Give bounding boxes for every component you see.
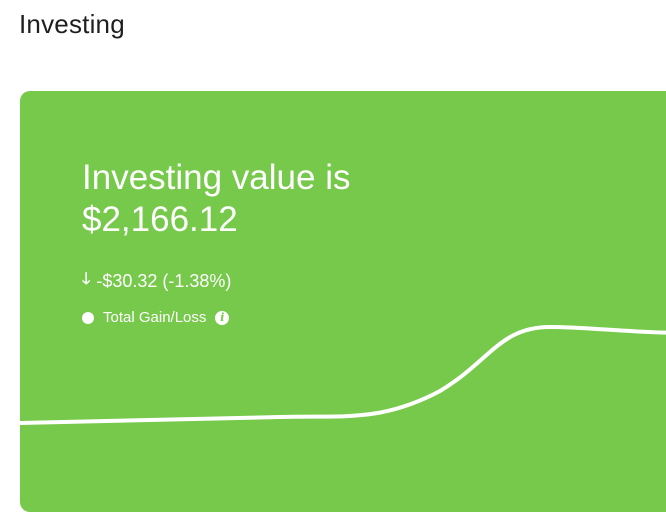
investing-value: $2,166.12 xyxy=(82,200,238,239)
info-icon[interactable]: i xyxy=(215,310,230,325)
value-change: 🡓 -$30.32 (-1.38%) xyxy=(82,268,231,295)
change-amount: -$30.32 (-1.38%) xyxy=(96,271,232,291)
value-trend-line xyxy=(20,324,666,425)
legend-label: Total Gain/Loss xyxy=(103,309,207,326)
legend: Total Gain/Loss i xyxy=(82,309,230,326)
investing-summary-card[interactable]: Investing value is $2,166.12 🡓 -$30.32 (… xyxy=(20,91,666,512)
legend-dot-icon xyxy=(82,311,94,324)
headline: Investing value is $2,166.12 xyxy=(82,157,350,241)
investing-page: Investing Investing value is $2,166.12 🡓… xyxy=(0,0,666,512)
headline-label: Investing value is xyxy=(82,158,351,197)
page-title: Investing xyxy=(19,9,125,39)
arrow-down-icon: 🡓 xyxy=(82,271,91,288)
